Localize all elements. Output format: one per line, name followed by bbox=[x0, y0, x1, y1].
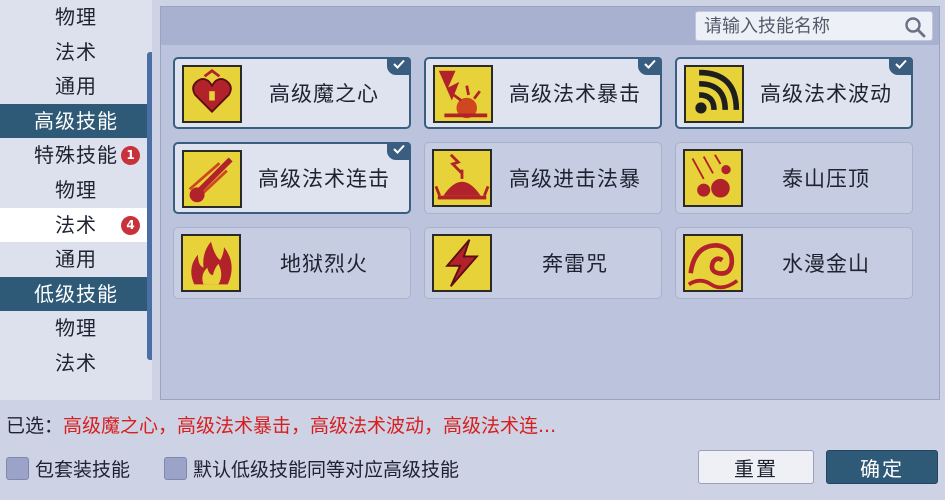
sidebar-item-label: 通用 bbox=[55, 74, 97, 99]
sidebar-item-general[interactable]: 通用 bbox=[0, 69, 152, 104]
include-set-skills-option[interactable]: 包套装技能 bbox=[6, 454, 130, 482]
sidebar-header-advanced-skills[interactable]: 高级技能 bbox=[0, 103, 152, 139]
explosion-icon bbox=[432, 149, 492, 207]
sidebar-item-label: 法术 bbox=[55, 39, 97, 64]
skill-card[interactable]: 高级魔之心 bbox=[173, 57, 411, 129]
comet-streak-icon bbox=[182, 150, 242, 208]
skill-card[interactable]: 高级法术波动 bbox=[675, 57, 913, 129]
include-set-skills-label: 包套装技能 bbox=[35, 458, 131, 481]
skill-name: 高级法术暴击 bbox=[509, 82, 641, 106]
selected-skills-list: 高级魔之心，高级法术暴击，高级法术波动，高级法术连... bbox=[63, 415, 557, 437]
wave-icon bbox=[684, 65, 744, 123]
sidebar-item-label: 物理 bbox=[55, 177, 97, 202]
sidebar-item-label: 物理 bbox=[55, 5, 97, 29]
skill-name: 地狱烈火 bbox=[280, 252, 368, 276]
default-low-as-high-option[interactable]: 默认低级技能同等对应高级技能 bbox=[164, 454, 459, 482]
sidebar-item-basic-magic[interactable]: 法术 bbox=[0, 346, 152, 381]
sidebar-item-label: 物理 bbox=[55, 316, 97, 341]
search-input[interactable] bbox=[696, 12, 896, 40]
water-swirl-icon bbox=[683, 234, 743, 292]
sidebar-item-basic-physical[interactable]: 物理 bbox=[0, 311, 152, 346]
confirm-button[interactable]: 确定 bbox=[826, 450, 938, 484]
sidebar-item-label: 低级技能 bbox=[34, 281, 118, 306]
checkmark-icon bbox=[638, 57, 662, 75]
skill-name: 高级进击法暴 bbox=[509, 167, 641, 191]
skill-category-sidebar: 物理 法术 通用 高级技能 特殊技能 1 物理 法术 4 通用 低级技能 物理 … bbox=[0, 0, 152, 400]
sidebar-item-label: 高级技能 bbox=[34, 108, 118, 133]
skill-name: 水漫金山 bbox=[782, 252, 870, 276]
checkmark-icon bbox=[387, 142, 411, 160]
skill-name: 高级法术连击 bbox=[258, 167, 390, 191]
default-low-as-high-checkbox[interactable] bbox=[164, 456, 187, 480]
sidebar-item-physical[interactable]: 物理 bbox=[0, 0, 152, 35]
checkmark-icon bbox=[889, 57, 913, 75]
footer-controls: 包套装技能 默认低级技能同等对应高级技能 重置 确定 bbox=[0, 448, 945, 488]
sidebar-header-basic-skills[interactable]: 低级技能 bbox=[0, 276, 152, 312]
sidebar-item-advanced-general[interactable]: 通用 bbox=[0, 242, 152, 277]
skill-name: 高级魔之心 bbox=[269, 82, 379, 106]
default-low-as-high-label: 默认低级技能同等对应高级技能 bbox=[193, 458, 460, 481]
sidebar-item-advanced-physical[interactable]: 物理 bbox=[0, 173, 152, 208]
count-badge: 4 bbox=[121, 215, 140, 235]
skill-card[interactable]: 水漫金山 bbox=[675, 227, 913, 299]
search-icon[interactable] bbox=[904, 16, 926, 38]
sidebar-item-label: 特殊技能 bbox=[34, 143, 118, 168]
skill-name: 高级法术波动 bbox=[760, 82, 892, 106]
sidebar-item-label: 通用 bbox=[55, 247, 97, 272]
search-box bbox=[695, 11, 933, 41]
include-set-skills-checkbox[interactable] bbox=[6, 456, 29, 480]
lightning-icon bbox=[432, 234, 492, 292]
sidebar-item-advanced-magic[interactable]: 法术 4 bbox=[0, 207, 152, 243]
reset-button[interactable]: 重置 bbox=[698, 450, 814, 484]
skill-name: 泰山压顶 bbox=[782, 167, 870, 191]
sidebar-item-label: 法术 bbox=[55, 350, 97, 375]
skill-card[interactable]: 高级进击法暴 bbox=[424, 142, 662, 214]
falling-rocks-icon bbox=[683, 149, 743, 207]
skill-grid: 高级魔之心 高级法术暴击 高级法术波动 高级法术连击 高级进击法暴 泰山压顶 地… bbox=[173, 57, 913, 299]
skill-panel: 高级魔之心 高级法术暴击 高级法术波动 高级法术连击 bbox=[160, 6, 940, 400]
panel-toolbar bbox=[161, 7, 939, 45]
burst-icon bbox=[433, 65, 493, 123]
selected-skills-summary: 已选：高级魔之心，高级法术暴击，高级法术波动，高级法术连... bbox=[6, 411, 941, 441]
sidebar-item-label: 法术 bbox=[55, 212, 97, 237]
flame-icon bbox=[181, 234, 241, 292]
selected-label: 已选： bbox=[6, 415, 64, 437]
skill-card[interactable]: 地狱烈火 bbox=[173, 227, 411, 299]
skill-name: 奔雷咒 bbox=[542, 252, 608, 276]
sidebar-scrollbar[interactable] bbox=[147, 52, 152, 360]
heart-emblem-icon bbox=[182, 65, 242, 123]
skill-card[interactable]: 高级法术连击 bbox=[173, 142, 411, 214]
skill-card[interactable]: 泰山压顶 bbox=[675, 142, 913, 214]
skill-card[interactable]: 奔雷咒 bbox=[424, 227, 662, 299]
count-badge: 1 bbox=[121, 146, 140, 166]
sidebar-item-special-skills[interactable]: 特殊技能 1 bbox=[0, 138, 152, 173]
skill-card[interactable]: 高级法术暴击 bbox=[424, 57, 662, 129]
sidebar-item-magic[interactable]: 法术 bbox=[0, 35, 152, 70]
checkmark-icon bbox=[387, 57, 411, 75]
